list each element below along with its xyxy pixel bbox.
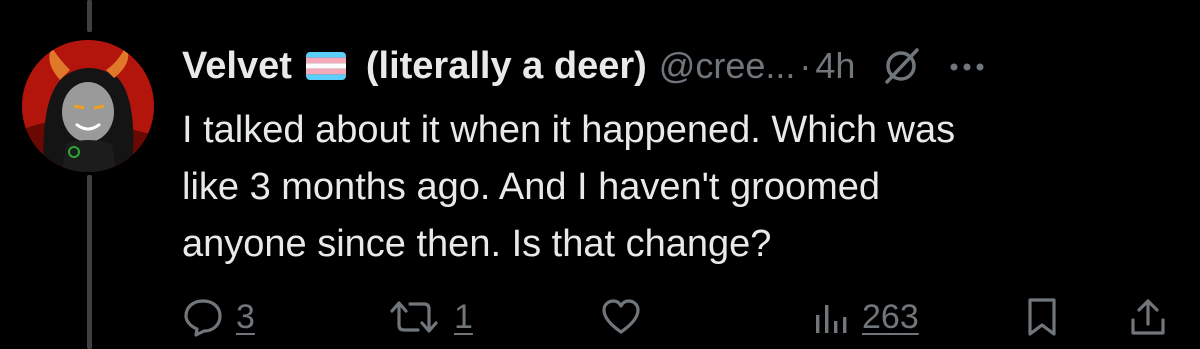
tweet-text-line: anyone since then. Is that change? (182, 223, 772, 265)
thread-line-top (87, 0, 92, 32)
author-name-suffix[interactable]: (literally a deer) (366, 45, 647, 88)
tweet-timestamp[interactable]: 4h (815, 45, 855, 87)
retweet-arrows-icon (390, 301, 438, 333)
like-button[interactable] (600, 292, 642, 342)
tweet-text: I talked about it when it happened. Whic… (182, 102, 1182, 273)
tweet-text-line: like 3 months ago. And I haven't groomed (182, 166, 881, 208)
speech-bubble-icon (184, 299, 222, 337)
author-display-name[interactable]: Velvet (182, 45, 292, 88)
tweet-actions: 3 1 263 (182, 292, 1172, 342)
header-separator: · (799, 45, 812, 86)
avatar-image (22, 40, 154, 172)
author-handle[interactable]: @cree... (659, 45, 796, 87)
share-button[interactable] (1128, 292, 1168, 342)
ellipsis-icon[interactable] (949, 60, 985, 72)
retweet-button[interactable]: 1 (386, 292, 473, 342)
bookmark-button[interactable] (1024, 292, 1060, 342)
thread-line-bottom (87, 175, 92, 349)
bookmark-icon (1028, 298, 1056, 336)
reply-count[interactable]: 3 (236, 298, 255, 337)
bar-chart-icon (816, 305, 847, 333)
grok-slash-icon[interactable] (879, 44, 923, 88)
views-count[interactable]: 263 (862, 298, 919, 337)
tweet-text-line: I talked about it when it happened. Whic… (182, 109, 956, 151)
retweet-count[interactable]: 1 (454, 298, 473, 337)
avatar[interactable] (22, 40, 154, 172)
share-upload-icon (1131, 299, 1165, 335)
tweet-header: Velvet (literally a deer) @cree... · 4h (182, 40, 985, 92)
heart-outline-icon (602, 299, 640, 334)
reply-button[interactable]: 3 (182, 292, 255, 342)
views-button[interactable]: 263 (810, 292, 919, 342)
transgender-flag-icon (305, 52, 346, 80)
